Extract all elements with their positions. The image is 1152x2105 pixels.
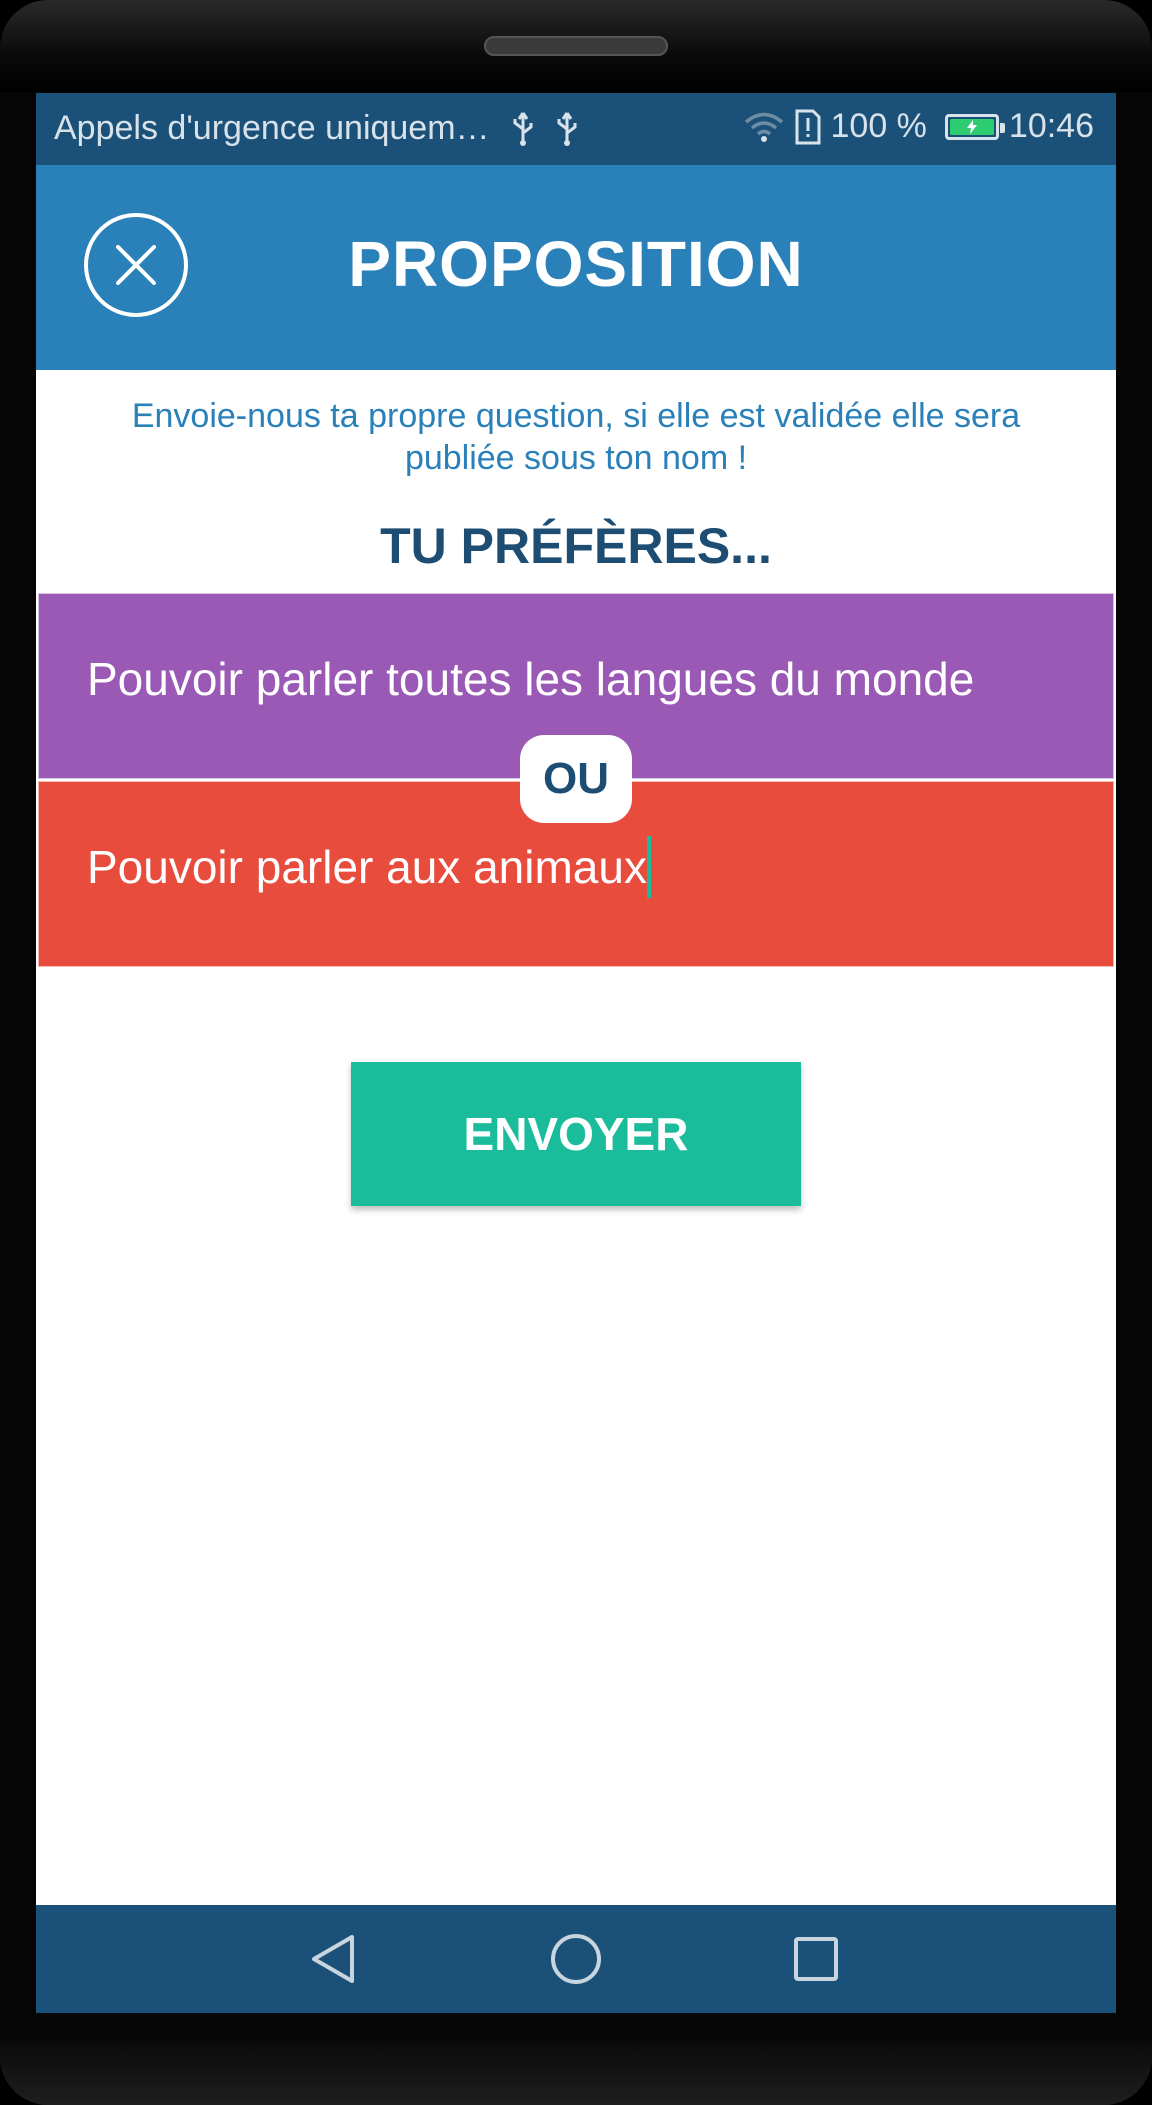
recents-icon[interactable] — [788, 1931, 844, 1987]
status-left: Appels d'urgence uniquem… — [54, 109, 578, 148]
battery-tip — [999, 122, 1005, 133]
carrier-text: Appels d'urgence uniquem… — [54, 109, 490, 147]
or-badge: OU — [520, 735, 632, 823]
first-option-text: Pouvoir parler toutes les langues du mon… — [87, 653, 975, 705]
app-screen: Appels d'urgence uniquem… 100 % 10:46 PR… — [36, 93, 1116, 2013]
earpiece-speaker — [484, 36, 668, 56]
text-cursor — [646, 836, 651, 898]
device-frame: Appels d'urgence uniquem… 100 % 10:46 PR… — [0, 0, 1152, 2105]
second-option-text: Pouvoir parler aux animaux — [87, 841, 647, 894]
wifi-icon — [744, 112, 783, 142]
status-right: 100 % 10:46 — [743, 107, 1094, 146]
usb-icon — [557, 111, 577, 146]
battery-icon — [944, 113, 1005, 140]
battery-percent: 100 % — [830, 107, 927, 145]
intro-text: Envoie-nous ta propre question, si elle … — [131, 397, 1021, 477]
navigation-bar — [36, 1905, 1116, 2013]
sim-alert-icon — [795, 109, 820, 144]
page-title: PROPOSITION — [348, 228, 804, 300]
clock: 10:46 — [1008, 107, 1094, 145]
second-option-value: Pouvoir parler aux animaux — [87, 836, 651, 902]
back-icon[interactable] — [306, 1931, 362, 1987]
usb-icon — [513, 111, 533, 146]
app-header: PROPOSITION — [36, 165, 1116, 370]
device-bottom-bezel — [0, 2040, 1152, 2105]
question-heading: TU PRÉFÈRES... — [380, 518, 772, 574]
home-icon[interactable] — [548, 1931, 604, 1987]
send-button[interactable]: ENVOYER — [351, 1062, 801, 1206]
charging-bolt-icon — [966, 119, 977, 134]
device-top-bezel — [0, 0, 1152, 92]
status-bar: Appels d'urgence uniquem… 100 % 10:46 — [36, 93, 1116, 165]
